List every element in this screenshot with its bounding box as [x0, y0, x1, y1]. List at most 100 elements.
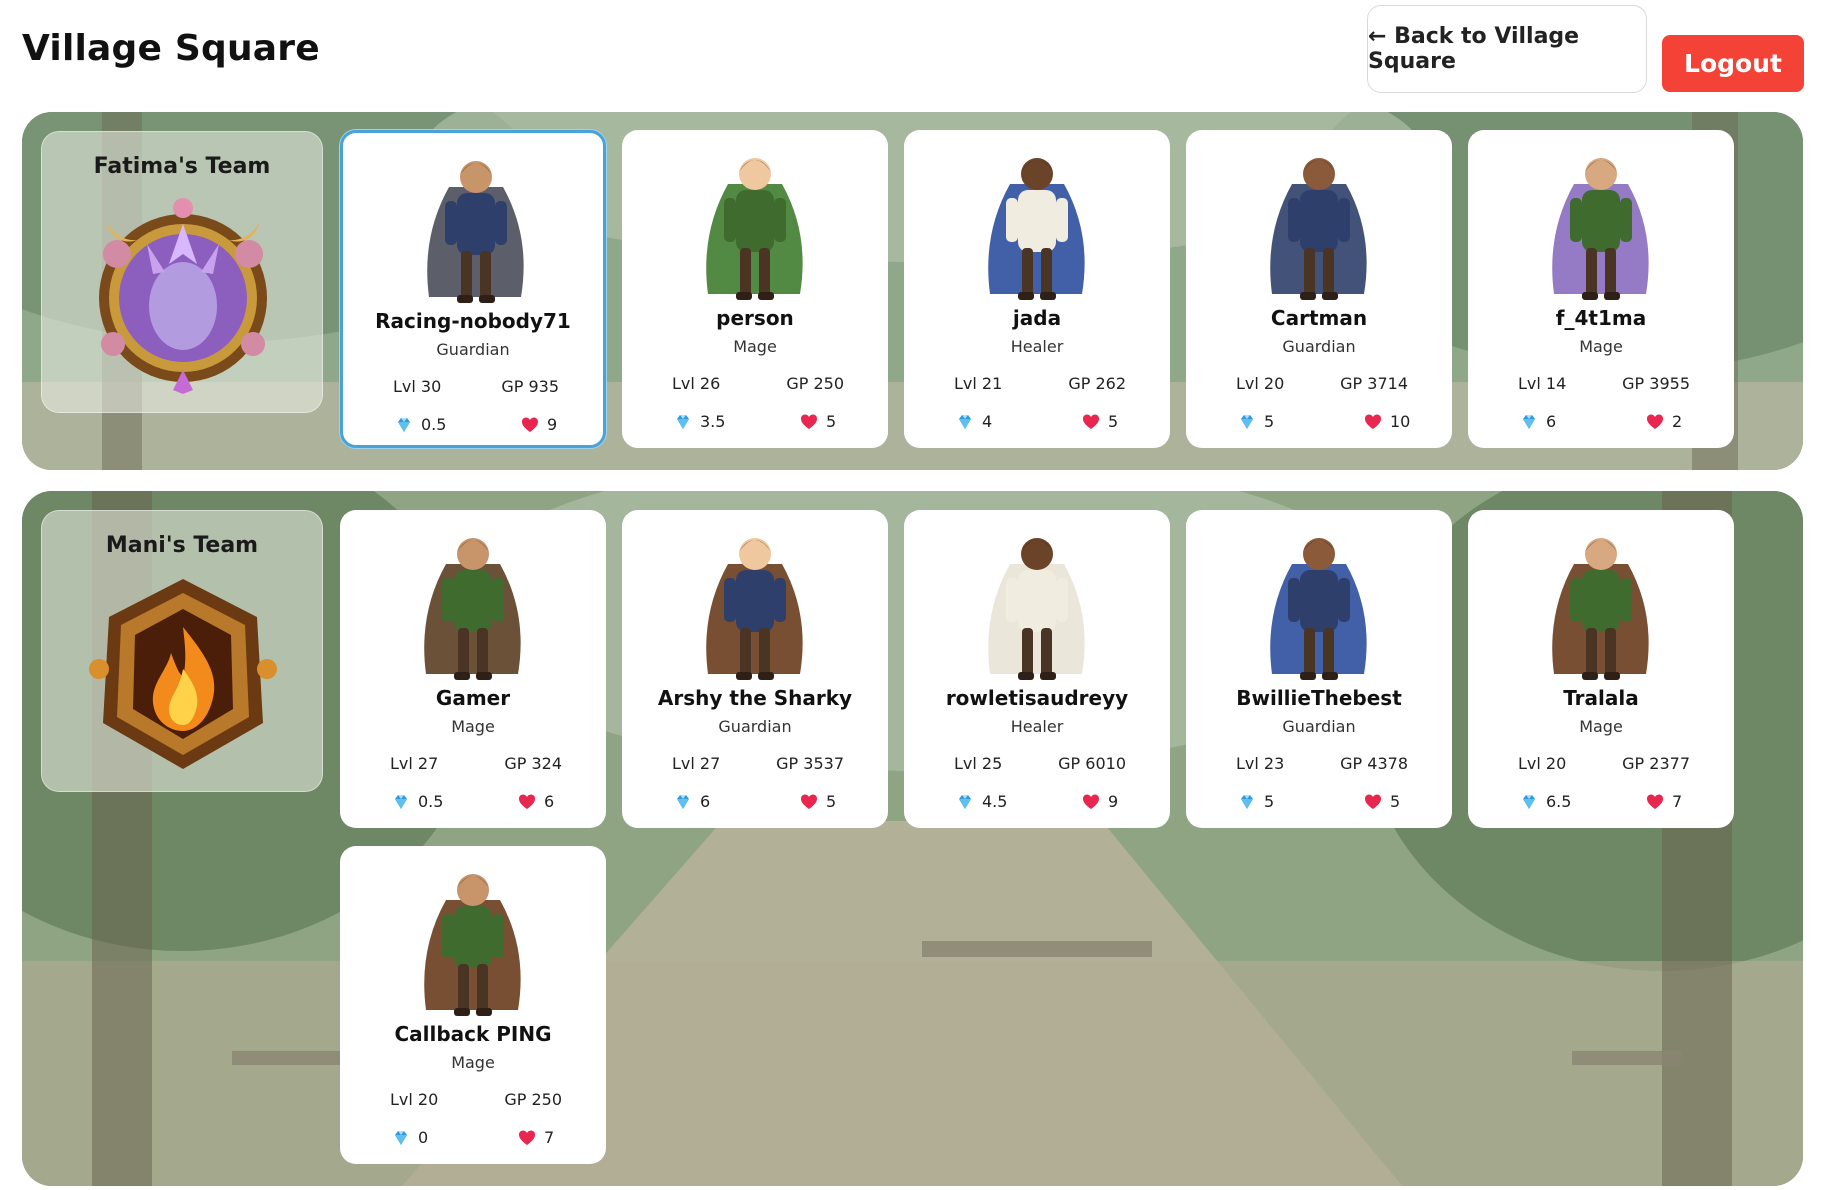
member-gp: GP 6010: [1058, 754, 1126, 773]
team-name: Mani's Team: [105, 533, 259, 558]
member-gp: GP 4378: [1340, 754, 1408, 773]
heart-count: 5: [1390, 792, 1401, 811]
member-card[interactable]: Cartman Guardian Lvl 20 GP 3714 5 10: [1186, 130, 1452, 448]
heart-icon: [801, 414, 817, 429]
heart-count: 7: [544, 1128, 555, 1147]
member-hearts: 10: [1364, 412, 1410, 431]
member-level: Lvl 20: [1236, 374, 1285, 393]
team-card[interactable]: Fatima's Team: [41, 131, 323, 413]
member-gems: 3.5: [674, 412, 725, 431]
member-card[interactable]: Arshy the Sharky Guardian Lvl 27 GP 3537…: [622, 510, 888, 828]
member-class: Guardian: [718, 717, 792, 736]
member-level: Lvl 14: [1518, 374, 1567, 393]
heart-icon: [1365, 794, 1381, 809]
member-name: Arshy the Sharky: [657, 686, 853, 710]
member-gp: GP 2377: [1622, 754, 1690, 773]
member-card[interactable]: f_4t1ma Mage Lvl 14 GP 3955 6 2: [1468, 130, 1734, 448]
member-hearts: 5: [800, 412, 836, 431]
member-name: jada: [1012, 306, 1062, 330]
member-hearts: 9: [1082, 792, 1118, 811]
member-gems: 0: [392, 1128, 428, 1147]
member-name: person: [716, 306, 794, 330]
member-name: rowletisaudreyy: [945, 686, 1129, 710]
member-gp: GP 250: [504, 1090, 562, 1109]
member-level: Lvl 20: [1518, 754, 1567, 773]
member-level: Lvl 30: [393, 377, 442, 396]
member-hearts: 2: [1646, 412, 1682, 431]
logout-button[interactable]: Logout: [1662, 35, 1804, 92]
member-gems: 6: [1520, 412, 1556, 431]
member-level: Lvl 27: [672, 754, 721, 773]
member-class: Healer: [1010, 337, 1064, 356]
gem-icon: [398, 417, 410, 432]
header: Village Square ← Back to Village Square …: [0, 0, 1823, 108]
member-gems: 5: [1238, 412, 1274, 431]
team-name: Fatima's Team: [93, 154, 271, 179]
gem-count: 5: [1264, 412, 1275, 431]
member-gp: GP 250: [786, 374, 844, 393]
member-hearts: 7: [518, 1128, 554, 1147]
member-gp: GP 3537: [776, 754, 844, 773]
gem-icon: [1241, 794, 1253, 809]
heart-count: 10: [1390, 412, 1411, 431]
member-class: Healer: [1010, 717, 1064, 736]
gem-count: 5: [1264, 792, 1275, 811]
heart-count: 5: [826, 792, 837, 811]
heart-icon: [1083, 414, 1099, 429]
member-hearts: 5: [1082, 412, 1118, 431]
gem-count: 6.5: [1546, 792, 1572, 811]
member-level: Lvl 21: [954, 374, 1003, 393]
heart-count: 9: [547, 415, 558, 434]
heart-count: 7: [1672, 792, 1683, 811]
village-square-page: Village Square ← Back to Village Square …: [0, 0, 1823, 1190]
gem-count: 0: [418, 1128, 429, 1147]
gem-icon: [959, 414, 971, 429]
member-hearts: 9: [521, 415, 557, 434]
member-gp: GP 324: [504, 754, 562, 773]
member-name: Gamer: [435, 686, 511, 710]
gem-count: 3.5: [700, 412, 726, 431]
member-card[interactable]: Racing-nobody71 Guardian Lvl 30 GP 935 0…: [340, 130, 606, 448]
member-class: Mage: [451, 1053, 495, 1072]
member-card[interactable]: Gamer Mage Lvl 27 GP 324 0.5 6: [340, 510, 606, 828]
heart-count: 9: [1108, 792, 1119, 811]
member-name: BwillieThebest: [1236, 686, 1402, 710]
heart-icon: [522, 417, 538, 432]
member-level: Lvl 27: [390, 754, 439, 773]
member-class: Mage: [1579, 717, 1623, 736]
gem-count: 6: [700, 792, 711, 811]
gem-count: 4: [982, 412, 993, 431]
member-gp: GP 262: [1068, 374, 1126, 393]
member-level: Lvl 26: [672, 374, 721, 393]
member-hearts: 5: [800, 792, 836, 811]
member-card[interactable]: Callback PING Mage Lvl 20 GP 250 0 7: [340, 846, 606, 1164]
gem-icon: [677, 794, 689, 809]
team-card[interactable]: Mani's Team: [41, 510, 323, 792]
member-card[interactable]: Tralala Mage Lvl 20 GP 2377 6.5 7: [1468, 510, 1734, 828]
member-card[interactable]: jada Healer Lvl 21 GP 262 4 5: [904, 130, 1170, 448]
gem-icon: [1523, 414, 1535, 429]
page-title: Village Square: [22, 28, 320, 69]
member-name: Tralala: [1563, 686, 1639, 710]
member-card[interactable]: rowletisaudreyy Healer Lvl 25 GP 6010 4.…: [904, 510, 1170, 828]
gem-icon: [395, 1130, 407, 1145]
member-card[interactable]: person Mage Lvl 26 GP 250 3.5 5: [622, 130, 888, 448]
member-class: Guardian: [1282, 717, 1356, 736]
gem-icon: [677, 414, 689, 429]
member-card[interactable]: BwillieThebest Guardian Lvl 23 GP 4378 5…: [1186, 510, 1452, 828]
heart-icon: [519, 1130, 535, 1145]
member-name: f_4t1ma: [1555, 306, 1647, 330]
back-to-village-square-button[interactable]: ← Back to Village Square: [1367, 5, 1647, 93]
heart-count: 6: [544, 792, 555, 811]
member-level: Lvl 25: [954, 754, 1003, 773]
gem-icon: [395, 794, 407, 809]
member-name: Cartman: [1270, 306, 1368, 330]
member-name: Racing-nobody71: [375, 309, 571, 333]
gem-count: 0.5: [421, 415, 447, 434]
member-level: Lvl 20: [390, 1090, 439, 1109]
member-gems: 0.5: [395, 415, 446, 434]
gem-count: 4.5: [982, 792, 1008, 811]
heart-count: 2: [1672, 412, 1683, 431]
violet-crystal-crest-icon: [99, 198, 267, 394]
member-gp: GP 3955: [1622, 374, 1690, 393]
